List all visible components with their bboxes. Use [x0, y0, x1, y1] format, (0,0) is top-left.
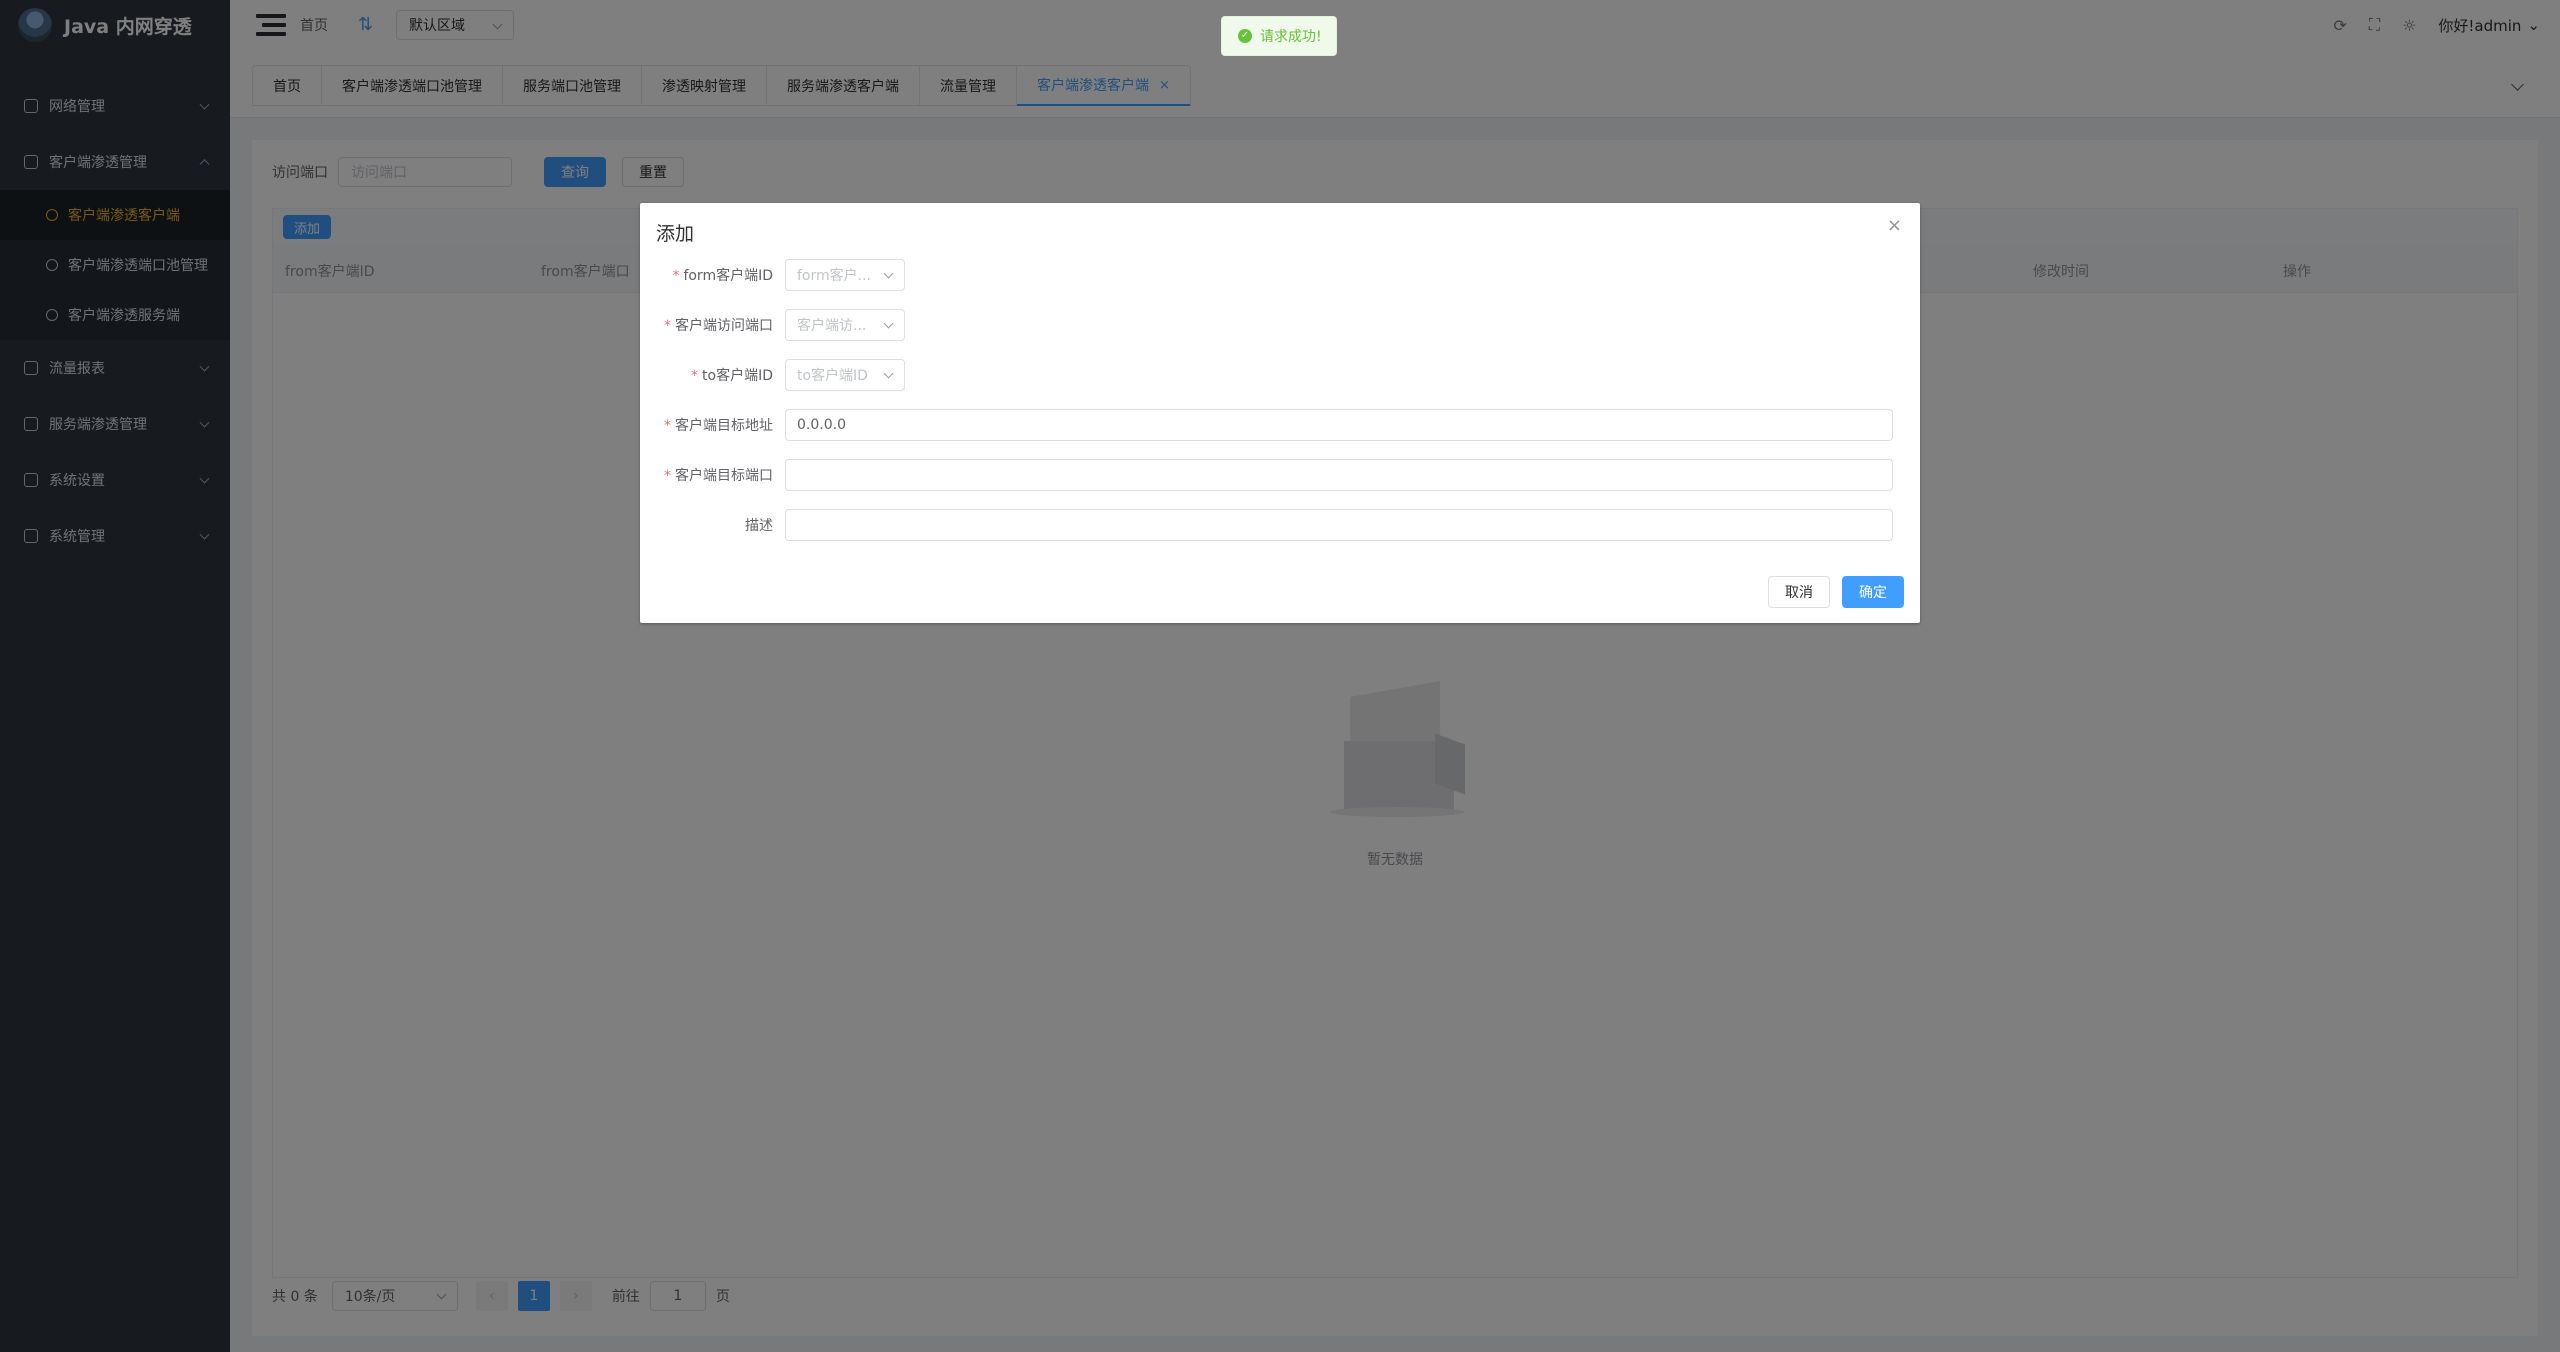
select-placeholder: to客户端ID: [797, 368, 868, 384]
form-label: 描述: [640, 515, 785, 535]
required-mark: *: [691, 368, 699, 384]
required-mark: *: [664, 418, 671, 434]
select-placeholder: 客户端访...: [797, 318, 867, 334]
required-mark: *: [672, 268, 680, 284]
cancel-button[interactable]: 取消: [1768, 576, 1830, 608]
required-mark: *: [664, 318, 671, 334]
form-row-to-client-id: * to客户端ID to客户端ID: [640, 358, 905, 392]
toast-message: 请求成功!: [1260, 29, 1322, 45]
check-circle-icon: ✓: [1238, 29, 1252, 43]
form-label: * to客户端ID: [640, 365, 785, 385]
chevron-down-icon: [883, 318, 894, 329]
form-label-text: 客户端访问端口: [675, 318, 773, 334]
chevron-down-icon: [883, 368, 894, 379]
client-visit-port-select[interactable]: 客户端访...: [785, 309, 905, 341]
form-label-text: 描述: [745, 518, 773, 534]
close-icon[interactable]: ×: [1887, 215, 1902, 236]
from-client-id-select[interactable]: form客户...: [785, 259, 905, 291]
form-label-text: 客户端目标端口: [675, 468, 773, 484]
dialog-footer: 取消 确定: [1768, 576, 1904, 608]
to-client-id-select[interactable]: to客户端ID: [785, 359, 905, 391]
form-row-target-address: * 客户端目标地址 0.0.0.0: [640, 408, 1893, 442]
form-row-description: 描述: [640, 508, 1893, 542]
chevron-down-icon: [883, 268, 894, 279]
form-label-text: to客户端ID: [702, 368, 773, 384]
confirm-button[interactable]: 确定: [1842, 576, 1904, 608]
form-label-text: 客户端目标地址: [675, 418, 773, 434]
form-label-text: form客户端ID: [683, 268, 773, 284]
form-row-target-port: * 客户端目标端口: [640, 458, 1893, 492]
success-toast: ✓ 请求成功!: [1221, 16, 1337, 56]
form-label: * 客户端目标端口: [640, 465, 785, 485]
form-row-client-visit-port: * 客户端访问端口 客户端访...: [640, 308, 905, 342]
form-label: * 客户端访问端口: [640, 315, 785, 335]
target-address-input[interactable]: 0.0.0.0: [785, 409, 1893, 441]
target-port-input[interactable]: [785, 459, 1893, 491]
add-dialog: 添加 × * form客户端ID form客户... * 客户端访问端口 客户端访.…: [640, 203, 1920, 623]
form-row-from-client-id: * form客户端ID form客户...: [640, 258, 905, 292]
required-mark: *: [664, 468, 671, 484]
description-input[interactable]: [785, 509, 1893, 541]
select-placeholder: form客户...: [797, 268, 871, 284]
dialog-title: 添加: [656, 223, 695, 245]
form-label: * 客户端目标地址: [640, 415, 785, 435]
form-label: * form客户端ID: [640, 265, 785, 285]
